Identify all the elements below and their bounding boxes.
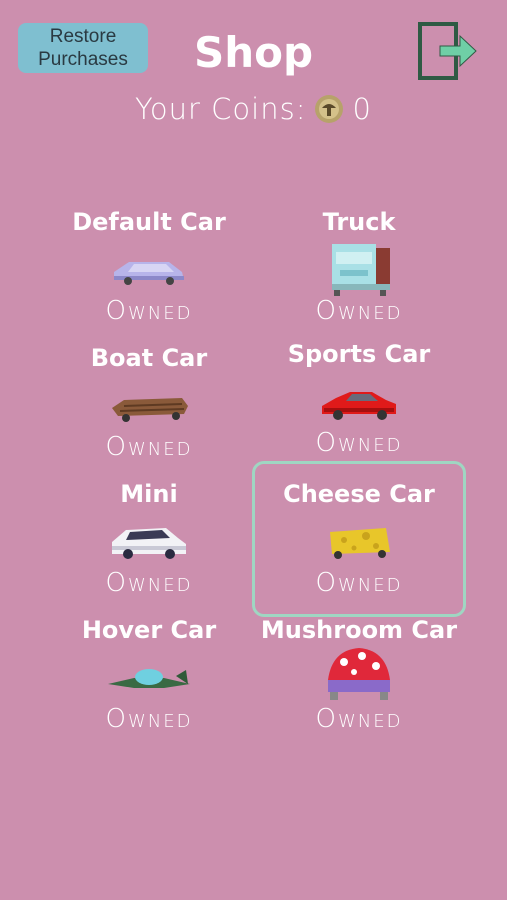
item-status: Owned	[315, 568, 403, 598]
boat-car-icon	[112, 398, 188, 422]
coin-icon	[315, 95, 344, 123]
item-name: Truck	[322, 208, 396, 236]
hover-car-icon	[108, 669, 190, 688]
coins-label: Your Coins:	[135, 92, 307, 126]
shop-item-truck[interactable]: Truck Owned	[254, 208, 464, 344]
item-name: Hover Car	[81, 616, 217, 644]
item-name: Mushroom Car	[260, 616, 458, 644]
item-status: Owned	[105, 704, 193, 734]
shop-item-hover-car[interactable]: Hover Car Owned	[44, 616, 254, 752]
mushroom-car-icon	[328, 648, 390, 700]
truck-icon	[332, 244, 390, 296]
item-name: Default Car	[72, 208, 226, 236]
exit-icon	[418, 22, 477, 80]
coins-display: Your Coins: 0	[0, 92, 507, 126]
item-status: Owned	[315, 428, 403, 458]
sports-car-icon	[322, 392, 396, 420]
default-car-icon	[114, 262, 184, 285]
item-name: Mini	[120, 480, 178, 508]
item-name: Sports Car	[287, 340, 431, 368]
cheese-car-icon	[330, 528, 390, 559]
item-status: Owned	[105, 296, 193, 326]
mini-icon	[112, 528, 186, 559]
shop-item-mushroom-car[interactable]: Mushroom Car Owned	[254, 616, 464, 752]
shop-item-mini[interactable]: Mini Owned	[44, 480, 254, 616]
item-name: Cheese Car	[283, 480, 435, 508]
coins-value: 0	[352, 92, 372, 126]
item-name: Boat Car	[90, 344, 208, 372]
shop-item-sports-car[interactable]: Sports Car Owned	[254, 340, 464, 476]
item-status: Owned	[315, 704, 403, 734]
shop-item-boat-car[interactable]: Boat Car Owned	[44, 344, 254, 480]
item-status: Owned	[105, 568, 193, 598]
item-status: Owned	[105, 432, 193, 462]
item-status: Owned	[315, 296, 403, 326]
shop-item-default-car[interactable]: Default Car Owned	[44, 208, 254, 344]
shop-item-cheese-car[interactable]: Cheese Car Owned	[254, 480, 464, 616]
exit-button[interactable]	[416, 20, 478, 82]
